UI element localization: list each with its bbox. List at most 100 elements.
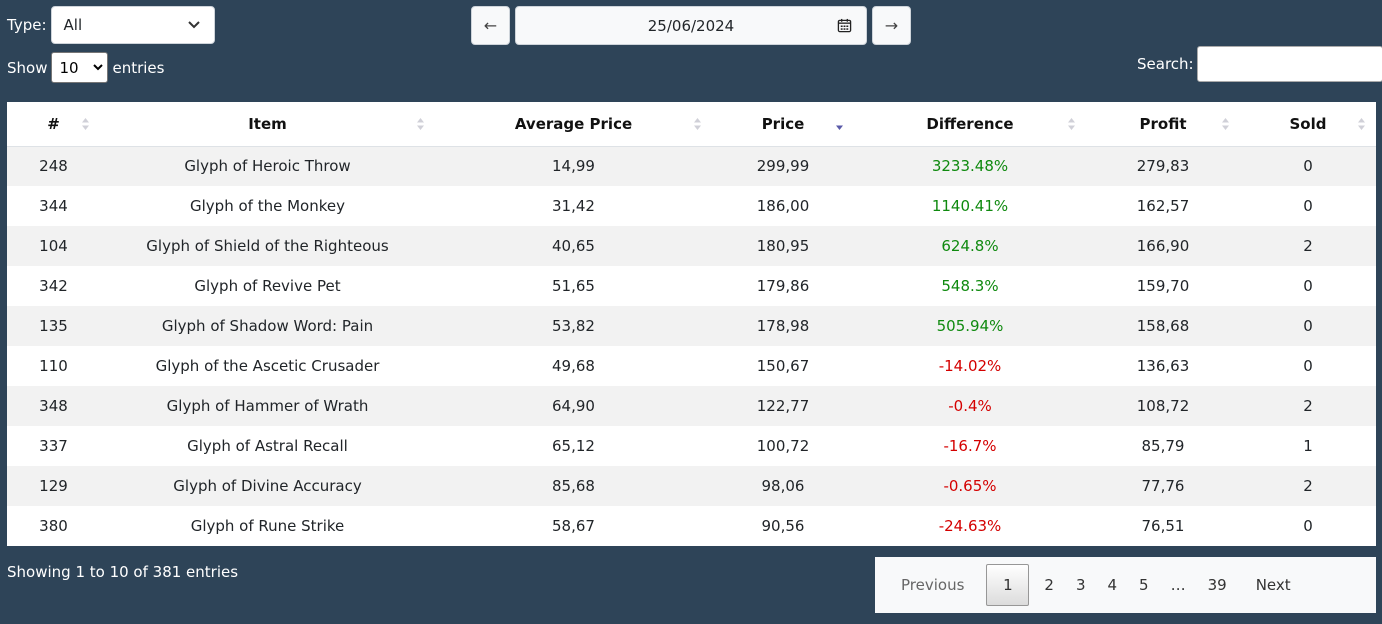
price-cell: 150,67 [756, 357, 810, 375]
sold-cell: 0 [1303, 197, 1313, 215]
profit-cell: 85,79 [1141, 437, 1185, 455]
type-label: Type: [7, 16, 47, 34]
difference-cell: 624.8% [941, 237, 999, 255]
pagination-page-5[interactable]: 5 [1128, 564, 1160, 606]
average-price-cell: 58,67 [552, 517, 595, 535]
column-header-id[interactable]: # [7, 102, 100, 147]
difference-cell: -16.7% [943, 437, 997, 455]
item-name-cell: Glyph of Shadow Word: Pain [161, 317, 374, 335]
row-id-cell: 248 [39, 157, 68, 176]
date-navigation: ← 25/06/2024 → [471, 6, 911, 45]
pagination-previous-button[interactable]: Previous [883, 564, 982, 606]
difference-cell: 548.3% [941, 277, 999, 295]
price-cell: 186,00 [756, 197, 810, 215]
sold-cell: 0 [1303, 157, 1313, 176]
price-cell: 98,06 [761, 477, 805, 495]
column-header-sold[interactable]: Sold [1240, 102, 1376, 147]
chevron-down-icon [93, 64, 104, 71]
type-filter: Type: All [7, 6, 215, 44]
search-label: Search: [1137, 55, 1194, 73]
column-header-difference[interactable]: Difference [854, 102, 1086, 147]
sold-cell: 0 [1303, 277, 1313, 295]
column-header-average-price[interactable]: Average Price [435, 102, 712, 147]
table-row: 380 Glyph of Rune Strike 58,67 90,56 -24.63%… [7, 506, 1376, 546]
profit-cell: 136,63 [1136, 357, 1190, 375]
average-price-cell: 85,68 [552, 477, 595, 495]
profit-cell: 108,72 [1136, 397, 1190, 415]
pagination-page-4[interactable]: 4 [1097, 564, 1129, 606]
price-cell: 299,99 [756, 157, 810, 176]
sold-cell: 1 [1303, 437, 1313, 455]
item-name-cell: Glyph of Revive Pet [194, 277, 341, 295]
average-price-cell: 14,99 [552, 157, 595, 176]
sort-descending-icon [836, 125, 843, 130]
row-id-cell: 380 [39, 517, 68, 535]
average-price-cell: 53,82 [552, 317, 595, 335]
column-header-price[interactable]: Price [712, 102, 854, 147]
table-header-row: # Item Average Price Price Difference Pr… [7, 102, 1376, 147]
sold-cell: 0 [1303, 517, 1313, 535]
chevron-down-icon [187, 21, 200, 29]
sort-icon [694, 118, 701, 130]
price-cell: 178,98 [756, 317, 810, 335]
pagination-ellipsis: … [1170, 576, 1186, 594]
item-name-cell: Glyph of Rune Strike [190, 517, 345, 535]
average-price-cell: 51,65 [552, 277, 595, 295]
table-row: 129 Glyph of Divine Accuracy 85,68 98,06 -0.… [7, 466, 1376, 506]
table-row: 337 Glyph of Astral Recall 65,12 100,72 -16.… [7, 426, 1376, 466]
profit-cell: 162,57 [1136, 197, 1190, 215]
difference-cell: -14.02% [938, 357, 1002, 375]
item-name-cell: Glyph of Heroic Throw [184, 157, 351, 176]
difference-cell: 1140.41% [931, 197, 1009, 215]
items-table: # Item Average Price Price Difference Pr… [7, 102, 1376, 546]
column-header-profit[interactable]: Profit [1086, 102, 1240, 147]
profit-cell: 159,70 [1136, 277, 1190, 295]
entries-select-value: 10 [59, 58, 79, 77]
search-input[interactable] [1196, 46, 1382, 82]
difference-cell: -24.63% [938, 517, 1002, 535]
item-name-cell: Glyph of Astral Recall [187, 437, 348, 455]
profit-cell: 76,51 [1141, 517, 1185, 535]
average-price-cell: 65,12 [552, 437, 595, 455]
pagination-page-1[interactable]: 1 [986, 564, 1030, 606]
pagination-page-39[interactable]: 39 [1197, 564, 1238, 606]
column-header-item[interactable]: Item [100, 102, 435, 147]
sort-icon [1358, 118, 1365, 130]
item-name-cell: Glyph of Divine Accuracy [173, 477, 362, 495]
type-select-value: All [63, 16, 83, 34]
table-row: 104 Glyph of Shield of the Righteous 40,65… [7, 226, 1376, 266]
pagination-page-2[interactable]: 2 [1033, 564, 1065, 606]
row-id-cell: 342 [39, 277, 68, 295]
table-row: 348 Glyph of Hammer of Wrath 64,90 122,77 -0… [7, 386, 1376, 426]
entries-select[interactable]: 10 [51, 52, 109, 83]
pagination-next-button[interactable]: Next [1238, 564, 1302, 606]
date-value: 25/06/2024 [647, 16, 735, 35]
pagination-page-3[interactable]: 3 [1065, 564, 1097, 606]
sold-cell: 2 [1303, 237, 1313, 255]
price-cell: 100,72 [756, 437, 810, 455]
average-price-cell: 64,90 [552, 397, 595, 415]
item-name-cell: Glyph of the Ascetic Crusader [155, 357, 380, 375]
type-select[interactable]: All [50, 6, 215, 44]
row-id-cell: 104 [39, 237, 68, 255]
table-row: 110 Glyph of the Ascetic Crusader 49,68 150… [7, 346, 1376, 386]
table-row: 344 Glyph of the Monkey 31,42 186,00 1140.41… [7, 186, 1376, 226]
next-date-button[interactable]: → [872, 6, 911, 45]
difference-cell: 3233.48% [931, 157, 1009, 176]
search-control: Search: [1137, 46, 1382, 82]
profit-cell: 158,68 [1136, 317, 1190, 335]
price-cell: 122,77 [756, 397, 810, 415]
item-name-cell: Glyph of Hammer of Wrath [166, 397, 369, 415]
sold-cell: 2 [1303, 397, 1313, 415]
price-cell: 90,56 [761, 517, 805, 535]
calendar-icon[interactable] [837, 18, 852, 33]
pagination: Previous 1 2 3 4 5 … 39 Next [875, 557, 1376, 613]
profit-cell: 166,90 [1136, 237, 1190, 255]
row-id-cell: 129 [39, 477, 68, 495]
date-input[interactable]: 25/06/2024 [515, 6, 867, 45]
entries-label: entries [112, 58, 165, 77]
previous-date-button[interactable]: ← [471, 6, 510, 45]
price-cell: 179,86 [756, 277, 810, 295]
sort-icon [417, 118, 424, 130]
average-price-cell: 40,65 [552, 237, 595, 255]
